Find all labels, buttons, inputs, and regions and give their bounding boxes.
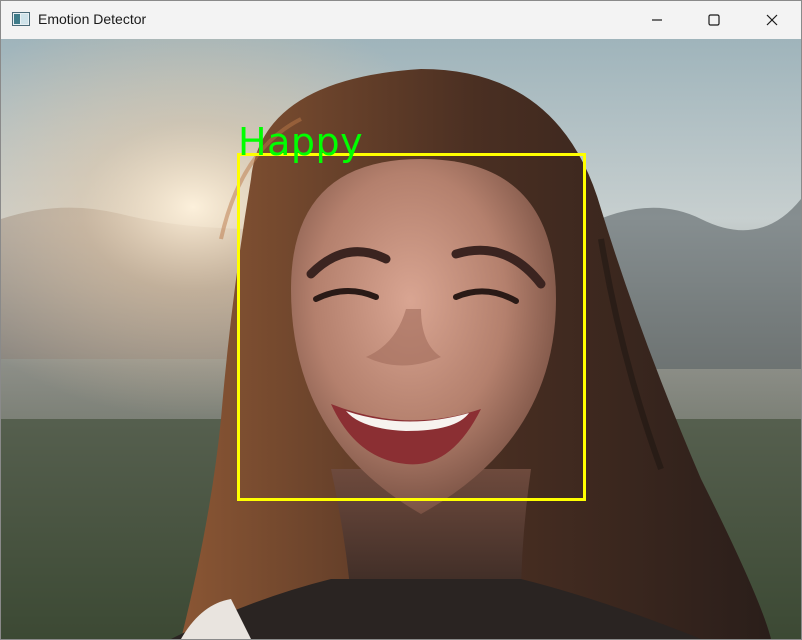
title-bar[interactable]: Emotion Detector <box>1 1 801 39</box>
minimize-button[interactable] <box>628 1 686 39</box>
maximize-button[interactable] <box>685 1 743 39</box>
app-window-icon <box>12 12 30 26</box>
close-icon <box>766 14 778 26</box>
emotion-label: Happy <box>238 120 364 164</box>
app-window: Emotion Detector Happy <box>0 0 802 640</box>
face-detection-box <box>237 153 586 501</box>
minimize-icon <box>652 19 662 21</box>
close-button[interactable] <box>743 1 801 39</box>
video-frame: Happy <box>1 39 801 639</box>
window-title: Emotion Detector <box>38 11 147 27</box>
maximize-icon <box>708 14 720 26</box>
